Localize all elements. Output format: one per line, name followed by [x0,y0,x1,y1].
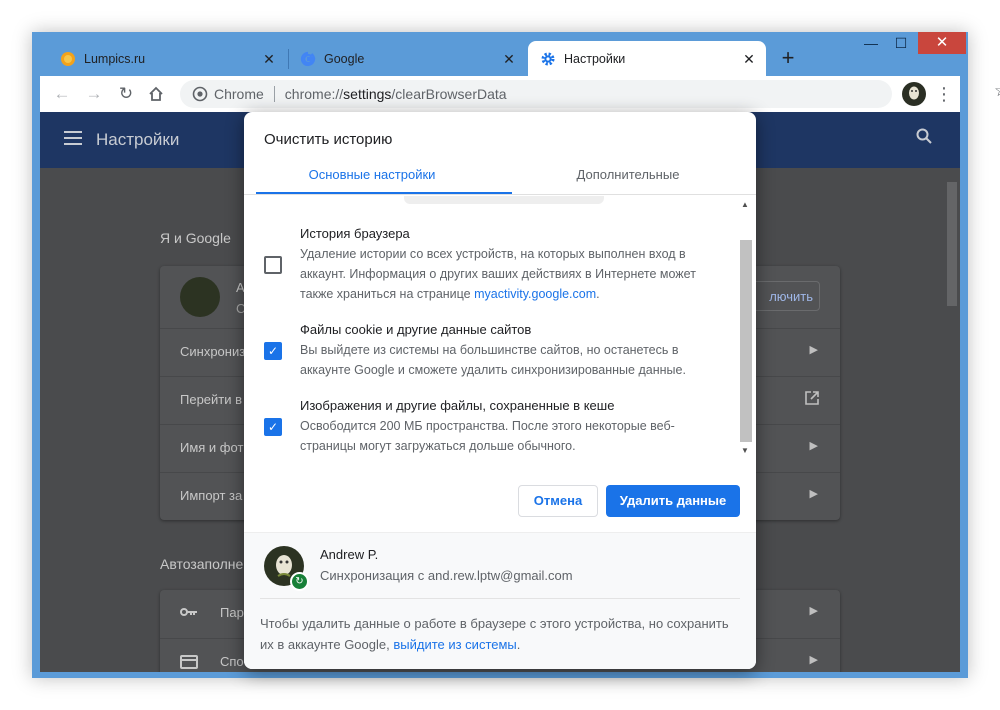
dialog-title: Очистить историю [264,131,393,148]
omnibox-divider [273,86,275,102]
browser-toolbar: ← → ↻ Chrome chrome://settings/clearBrow… [40,76,1000,112]
minimize-button[interactable]: — [856,34,886,54]
orange-circle-icon [61,51,75,66]
option-title: Файлы cookie и другие данные сайтов [300,322,532,337]
hamburger-icon[interactable] [64,131,82,145]
row-label: Имя и фот [180,440,244,455]
sync-icon: ↻ [290,572,309,591]
key-icon [180,606,198,621]
chevron-right-icon: ▶ [809,440,818,452]
omnibox-chip-label: Chrome [214,86,264,102]
cookies-checkbox[interactable]: ✓ [264,342,282,360]
tab-title: Lumpics.ru [84,51,146,66]
tab-lumpics[interactable]: Lumpics.ru ✕ [48,41,286,76]
account-name: Andrew P. [320,547,379,562]
delete-data-button[interactable]: Удалить данные [606,485,740,517]
chevron-right-icon: ▶ [809,654,818,666]
external-link-icon [804,390,820,409]
reload-icon[interactable]: ↻ [114,82,138,106]
tab-settings[interactable]: Настройки ✕ [528,41,766,76]
row-label: Синхрониз [180,344,246,359]
tab-strip: Lumpics.ru ✕ Google ✕ Настройки ✕ + — ☐ … [32,32,968,76]
dialog-footer: ↻ Andrew P. Синхронизация с and.rew.lptw… [244,532,756,669]
scroll-up-icon[interactable]: ▲ [741,200,749,209]
bookmark-star-icon[interactable]: ☆ [994,81,1000,101]
close-icon[interactable]: ✕ [260,50,278,68]
gear-icon [541,52,555,65]
option-title: Изображения и другие файлы, сохраненные … [300,398,615,413]
window-close-button[interactable]: ✕ [918,32,966,54]
row-label: Импорт за [180,488,243,503]
maximize-button[interactable]: ☐ [886,34,916,54]
option-description: Освободится 200 МБ пространства. После э… [300,419,675,453]
chevron-right-icon: ▶ [809,605,818,617]
forward-icon[interactable]: → [82,82,106,106]
account-sync-status: Синхронизация с and.rew.lptw@gmail.com [320,568,573,583]
new-tab-button[interactable]: + [776,46,800,70]
browsing-history-checkbox[interactable] [264,256,282,274]
page-title: Настройки [96,130,180,149]
clear-browsing-data-dialog: Очистить историю Основные настройки Допо… [244,112,756,669]
chrome-icon [192,86,208,102]
chevron-right-icon: ▶ [809,344,818,356]
row-label: Перейти в [180,392,243,407]
row-label: Спо [220,654,244,669]
sign-out-link[interactable]: выйдите из системы [393,637,516,652]
scroll-down-icon[interactable]: ▼ [741,446,749,455]
option-description: Вы выйдете из системы на большинстве сай… [300,343,686,377]
avatar [180,277,220,317]
tab-google[interactable]: Google ✕ [288,41,526,76]
option-title: История браузера [300,226,410,241]
section-heading-autofill: Автозаполне [160,556,244,572]
tab-title: Google [324,51,365,66]
cancel-button[interactable]: Отмена [518,485,598,517]
section-heading-you: Я и Google [160,230,231,246]
close-icon[interactable]: ✕ [740,50,758,68]
time-range-select-edge [404,196,604,204]
url-text[interactable]: chrome://settings/clearBrowserData [285,86,507,102]
page-scrollbar[interactable] [944,168,960,672]
tab-advanced[interactable]: Дополнительные [500,160,756,194]
profile-avatar[interactable] [902,82,926,106]
back-icon[interactable]: ← [50,82,74,106]
close-icon[interactable]: ✕ [500,50,518,68]
home-icon[interactable] [144,82,168,106]
credit-card-icon [180,655,198,672]
tab-basic-settings[interactable]: Основные настройки [244,160,500,194]
google-g-icon [300,51,316,66]
tab-divider-line [244,194,756,195]
tab-title: Настройки [564,51,626,66]
footer-divider [260,598,740,599]
option-description: Удаление истории со всех устройств, на к… [300,247,696,301]
cache-checkbox[interactable]: ✓ [264,418,282,436]
address-bar[interactable]: Chrome chrome://settings/clearBrowserDat… [180,80,1000,108]
row-label: Пар [220,605,244,620]
avatar: ↻ [264,546,309,591]
page-scrollbar-thumb[interactable] [947,182,957,306]
dialog-scrollbar[interactable]: ▲ ▼ [740,196,756,460]
myactivity-link[interactable]: myactivity.google.com [474,287,596,301]
menu-dots-icon[interactable]: ⋮ [932,82,956,106]
dialog-scrollbar-thumb[interactable] [740,240,752,442]
footer-note: Чтобы удалить данные о работе в браузере… [260,616,729,652]
search-icon[interactable] [916,128,932,149]
chevron-right-icon: ▶ [809,488,818,500]
